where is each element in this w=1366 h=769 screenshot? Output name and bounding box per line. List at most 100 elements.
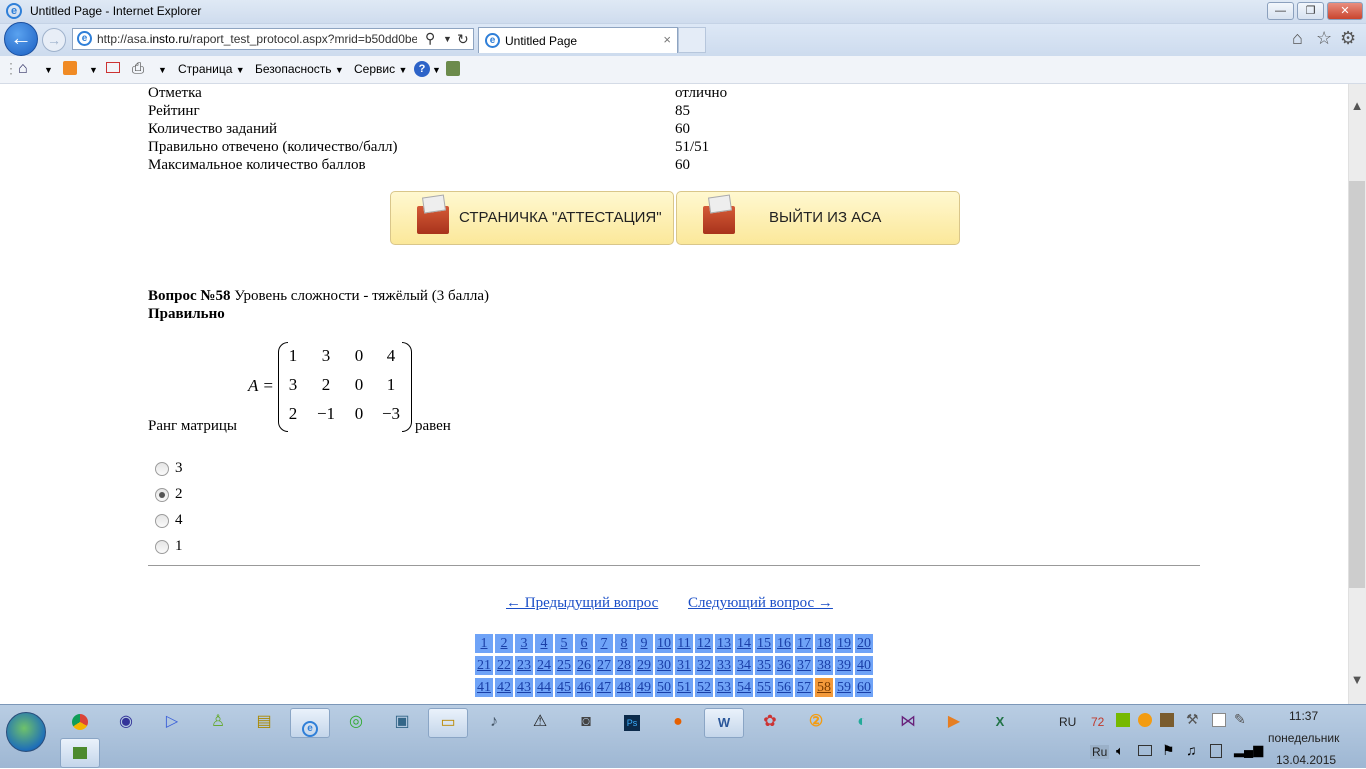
camera-icon[interactable]: ◙ [566, 708, 606, 738]
network-signal-icon[interactable]: ▂▄▆ [1234, 742, 1263, 758]
dropdown-arrow-icon[interactable]: ▼ [443, 34, 452, 44]
page-link[interactable]: 5 [555, 634, 573, 653]
page-link[interactable]: 17 [795, 634, 813, 653]
page-link[interactable]: 44 [535, 678, 553, 697]
page-link[interactable]: 12 [695, 634, 713, 653]
close-button[interactable]: ✕ [1327, 2, 1363, 20]
home-icon[interactable]: ⌂ [1292, 28, 1303, 49]
refresh-icon[interactable]: ↻ [457, 31, 469, 48]
notes-app-icon[interactable]: ▤ [244, 708, 284, 738]
page-link[interactable]: 40 [855, 656, 873, 675]
search-icon[interactable]: ⚲ [425, 30, 435, 47]
home-dropdown-icon[interactable]: ▼ [44, 65, 53, 75]
prev-question-link[interactable]: ← Предыдущий вопрос [506, 595, 658, 612]
scrollbar-thumb[interactable] [1349, 181, 1365, 588]
player-icon[interactable]: ▶ [934, 708, 974, 738]
page-link[interactable]: 53 [715, 678, 733, 697]
security-menu[interactable]: Безопасность ▼ [255, 62, 344, 76]
page-link[interactable]: 14 [735, 634, 753, 653]
tray-pen-icon[interactable]: ✎ [1234, 711, 1246, 728]
page-link[interactable]: 36 [775, 656, 793, 675]
page-link[interactable]: 26 [575, 656, 593, 675]
game-app-icon[interactable]: ✿ [750, 708, 790, 738]
home-menu-icon[interactable]: ⌂ [18, 60, 28, 78]
visual-studio-icon[interactable]: ⋈ [888, 708, 928, 738]
start-button[interactable] [6, 712, 46, 752]
page-link[interactable]: 9 [635, 634, 653, 653]
page-link[interactable]: 28 [615, 656, 633, 675]
word-icon[interactable]: W [704, 708, 744, 738]
page-link[interactable]: 38 [815, 656, 833, 675]
page-link[interactable]: 15 [755, 634, 773, 653]
action-center-flag-icon[interactable]: ⚑ [1162, 742, 1175, 759]
page-link[interactable]: 48 [615, 678, 633, 697]
page-link[interactable]: 46 [575, 678, 593, 697]
page-link[interactable]: 41 [475, 678, 493, 697]
page-link[interactable]: 55 [755, 678, 773, 697]
scroll-up-icon[interactable]: ▲ [1349, 98, 1365, 116]
android-icon[interactable]: ♙ [198, 708, 238, 738]
restore-button[interactable]: ❐ [1297, 2, 1324, 20]
clock-date[interactable]: 13.04.2015 [1276, 753, 1336, 767]
tray-layers-icon[interactable] [1160, 713, 1174, 727]
address-url[interactable]: http://asa.insto.ru/raport_test_protocol… [97, 32, 417, 46]
page-link[interactable]: 56 [775, 678, 793, 697]
page-link[interactable]: 24 [535, 656, 553, 675]
favorites-star-icon[interactable]: ☆ [1316, 28, 1332, 49]
speaker-icon[interactable]: ♫ [1186, 742, 1197, 758]
page-link[interactable]: 34 [735, 656, 753, 675]
page-link[interactable]: 50 [655, 678, 673, 697]
media-app-icon[interactable]: ◉ [106, 708, 146, 738]
page-link[interactable]: 39 [835, 656, 853, 675]
page-link[interactable]: 16 [775, 634, 793, 653]
power-icon[interactable] [1210, 744, 1222, 758]
next-question-link[interactable]: Следующий вопрос → [688, 595, 833, 612]
page-link[interactable]: 32 [695, 656, 713, 675]
page-link[interactable]: 8 [615, 634, 633, 653]
language-indicator[interactable]: Ru [1090, 745, 1110, 759]
chrome-icon[interactable] [60, 708, 100, 738]
research-icon[interactable] [446, 61, 460, 76]
page-link[interactable]: 43 [515, 678, 533, 697]
page-link[interactable]: 42 [495, 678, 513, 697]
print-icon[interactable]: ⎙ [132, 60, 144, 77]
forward-button[interactable]: → [42, 28, 66, 52]
rss-dropdown-icon[interactable]: ▼ [89, 65, 98, 75]
back-button[interactable]: ← [4, 22, 38, 56]
answer-radio[interactable] [155, 488, 169, 502]
mail-icon[interactable] [106, 62, 120, 73]
volume-icon[interactable]: 🔈︎ [1116, 743, 1124, 759]
page-link[interactable]: 57 [795, 678, 813, 697]
page-link[interactable]: 37 [795, 656, 813, 675]
page-link[interactable]: 54 [735, 678, 753, 697]
help-icon[interactable]: ? [414, 61, 430, 77]
taskbar-app-layers[interactable] [60, 738, 100, 768]
new-tab-button[interactable] [678, 27, 706, 53]
window-app-icon[interactable]: ▣ [382, 708, 422, 738]
ie-taskbar-icon[interactable]: e [290, 708, 330, 738]
page-link[interactable]: 47 [595, 678, 613, 697]
page-link[interactable]: 7 [595, 634, 613, 653]
page-link[interactable]: 1 [475, 634, 493, 653]
tray-tools-icon[interactable]: ⚒ [1186, 711, 1199, 728]
tab-close-icon[interactable]: × [663, 32, 671, 47]
rss-feed-icon[interactable] [63, 61, 77, 75]
page-link[interactable]: 58 [815, 678, 833, 697]
page-link[interactable]: 6 [575, 634, 593, 653]
page-link[interactable]: 3 [515, 634, 533, 653]
page-link[interactable]: 13 [715, 634, 733, 653]
clock-day[interactable]: понедельник [1268, 731, 1339, 745]
minimize-button[interactable]: — [1267, 2, 1294, 20]
page-link[interactable]: 4 [535, 634, 553, 653]
attestation-button[interactable]: СТРАНИЧКА "АТТЕСТАЦИЯ" [390, 191, 674, 245]
page-link[interactable]: 51 [675, 678, 693, 697]
page-link[interactable]: 31 [675, 656, 693, 675]
page-link[interactable]: 35 [755, 656, 773, 675]
tray-app-icon[interactable] [1138, 713, 1152, 727]
settings-gear-icon[interactable]: ⚙ [1340, 28, 1356, 49]
answer-radio[interactable] [155, 540, 169, 554]
wifi-app-icon[interactable]: ◎ [336, 708, 376, 738]
page-link[interactable]: 2 [495, 634, 513, 653]
page-menu[interactable]: Страница ▼ [178, 62, 245, 76]
monitor-icon[interactable] [1138, 745, 1152, 756]
